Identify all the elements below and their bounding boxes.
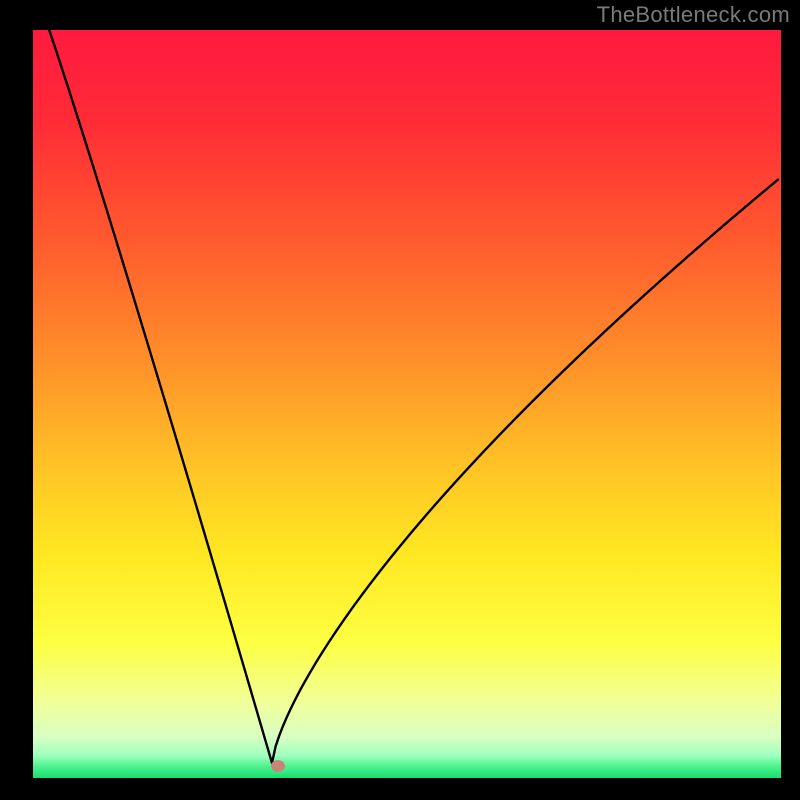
optimal-point-marker: [271, 760, 285, 772]
watermark-text: TheBottleneck.com: [597, 2, 790, 28]
chart-container: TheBottleneck.com: [0, 0, 800, 800]
plot-gradient-background: [33, 30, 781, 778]
bottleneck-chart: [0, 0, 800, 800]
